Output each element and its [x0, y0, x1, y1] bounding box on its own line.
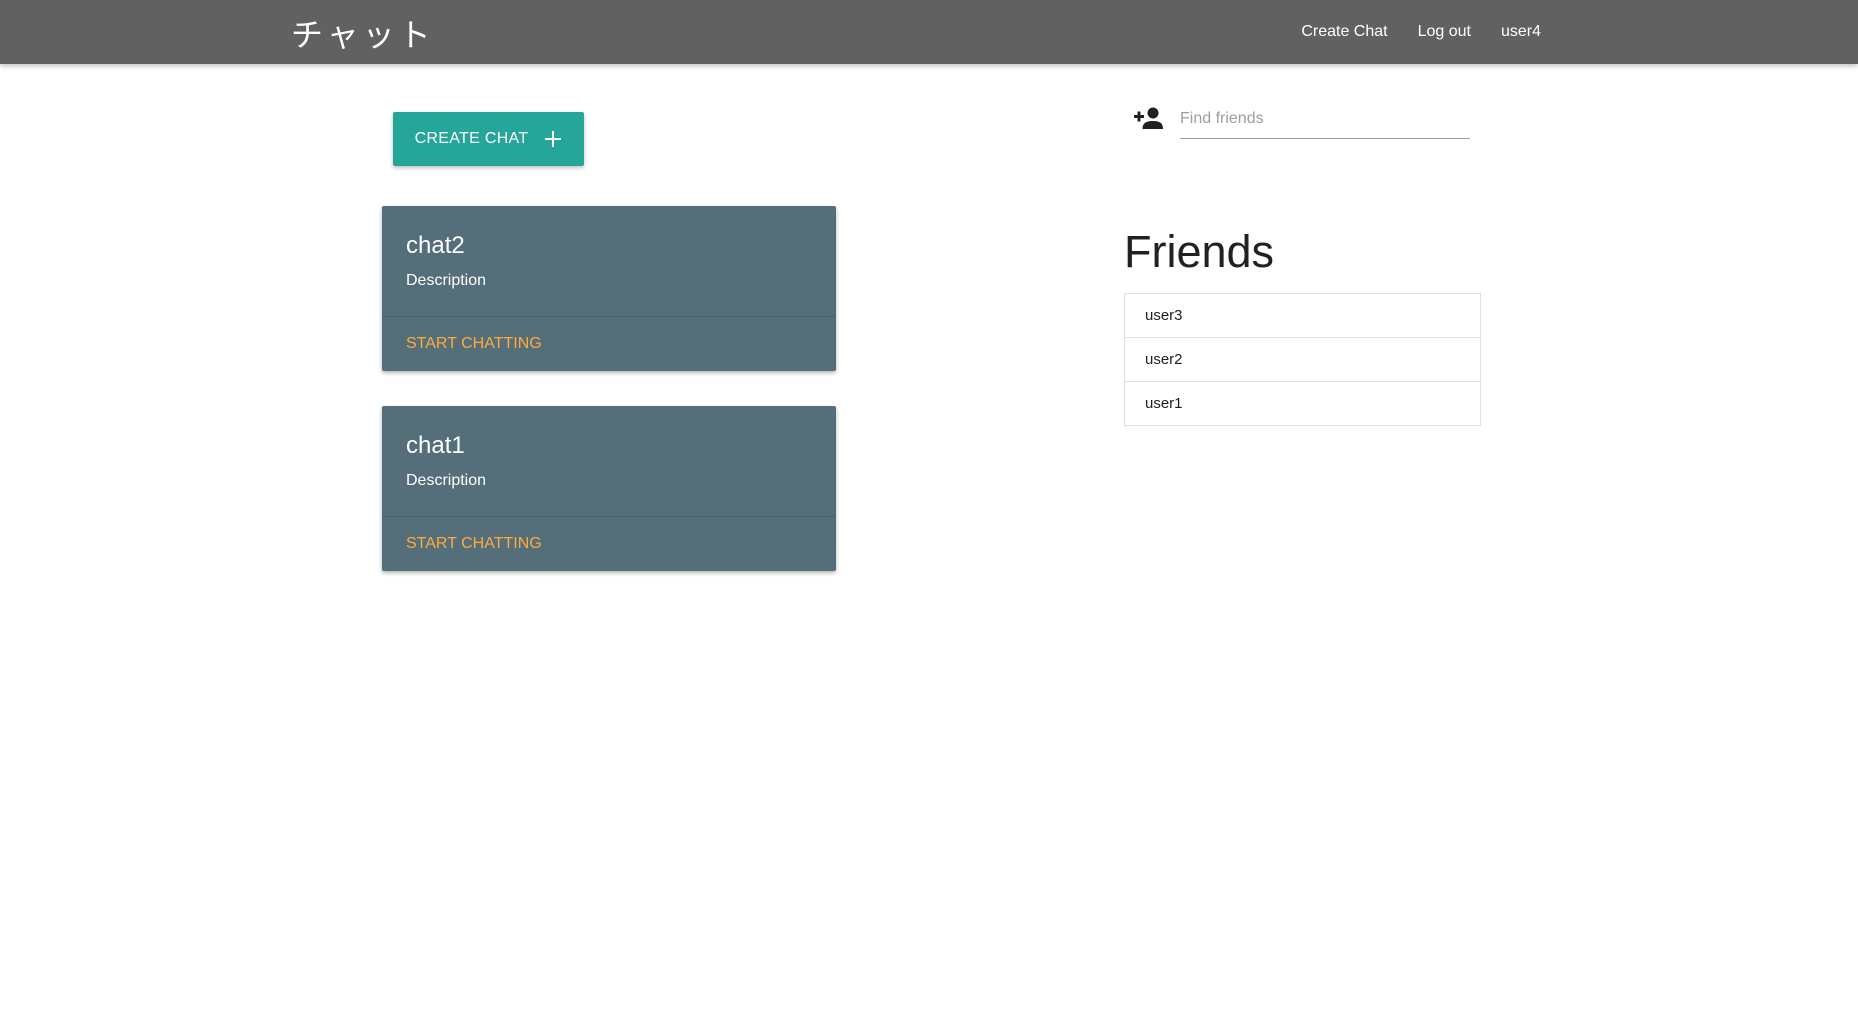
- start-chatting-link[interactable]: START CHATTING: [406, 535, 542, 553]
- brand-logo[interactable]: チャット: [291, 10, 435, 56]
- friend-item[interactable]: user2: [1125, 338, 1480, 382]
- plus-icon: [544, 130, 562, 148]
- friend-item[interactable]: user3: [1125, 294, 1480, 338]
- start-chatting-link[interactable]: START CHATTING: [406, 335, 542, 353]
- card-divider: [382, 516, 836, 517]
- chat-card: chat1 Description START CHATTING: [382, 406, 836, 571]
- card-divider: [382, 316, 836, 317]
- chat-card-description: Description: [406, 472, 487, 489]
- nav-links: Create Chat Log out user4: [1286, 0, 1556, 64]
- chat-card: chat2 Description START CHATTING: [382, 206, 836, 371]
- chat-card-description: Description: [406, 272, 487, 289]
- find-friends-input[interactable]: [1180, 100, 1470, 139]
- person-add-icon: [1134, 107, 1163, 129]
- create-chat-button[interactable]: CREATE CHAT: [393, 112, 584, 166]
- create-chat-button-label: CREATE CHAT: [414, 130, 529, 147]
- friends-heading: Friends: [1124, 226, 1275, 277]
- friends-list: user3 user2 user1: [1124, 293, 1481, 426]
- chat-card-title: chat2: [406, 232, 465, 259]
- nav-logout-link[interactable]: Log out: [1403, 23, 1486, 41]
- chat-card-title: chat1: [406, 432, 465, 459]
- top-navbar: チャット Create Chat Log out user4: [0, 0, 1858, 64]
- nav-create-chat-link[interactable]: Create Chat: [1286, 23, 1402, 41]
- nav-user-link[interactable]: user4: [1486, 23, 1556, 41]
- friend-item[interactable]: user1: [1125, 382, 1480, 425]
- find-friends-field: [1133, 100, 1473, 142]
